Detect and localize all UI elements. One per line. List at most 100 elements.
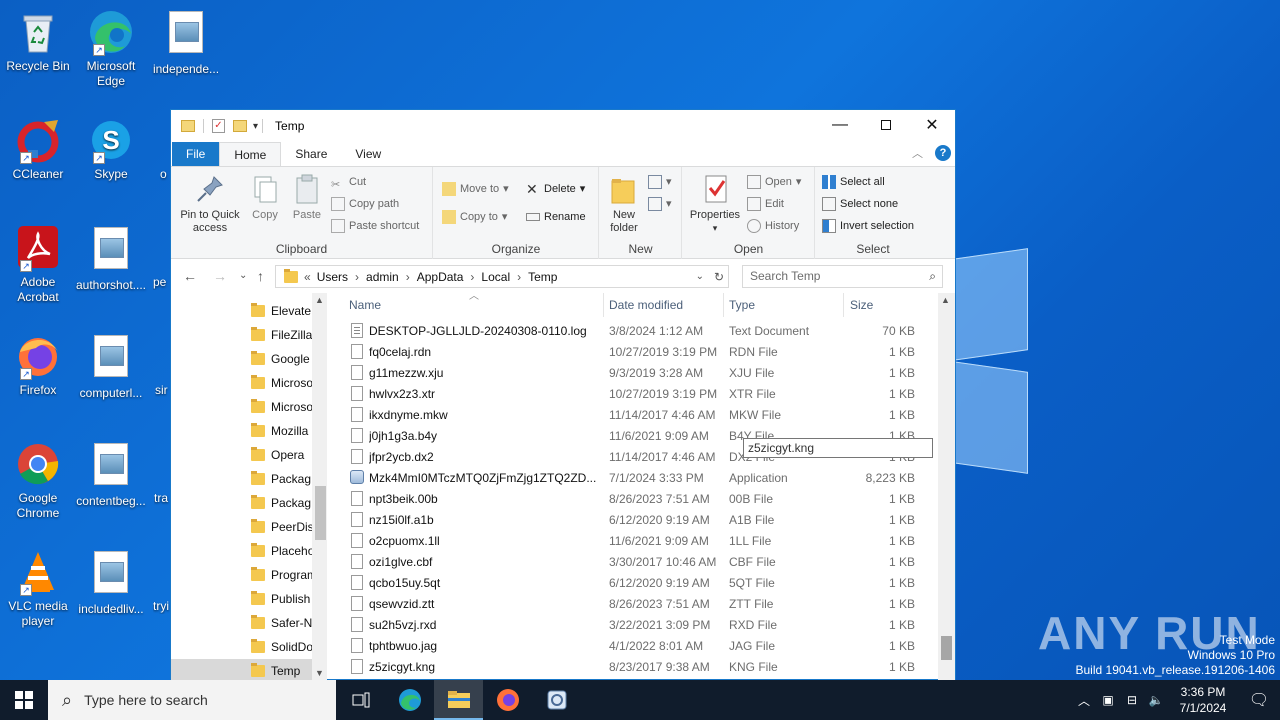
file-row[interactable]: qcbo15uy.5qt 6/12/2020 9:19 AM 5QT File 1 K… [329,573,923,594]
desktop-icon-contentbeg[interactable]: contentbeg... [73,440,149,509]
new-folder-quick-icon[interactable] [233,120,247,132]
desktop-icon-chrome[interactable]: Google Chrome [0,440,76,521]
desktop-icon-acrobat[interactable]: ↗ Adobe Acrobat [0,224,76,305]
up-arrow-icon[interactable]: ↑ [257,268,264,284]
desktop-icon-firefox[interactable]: ↗ Firefox [0,332,76,398]
column-header-size[interactable]: Size [850,293,873,317]
properties-quick-icon[interactable]: ✓ [212,119,225,133]
recent-locations-chevron-icon[interactable]: ⌄ [239,270,247,281]
file-row[interactable]: qsewvzid.ztt 8/26/2023 7:51 AM ZTT File 1 K… [329,594,923,615]
maximize-button[interactable] [863,110,909,140]
desktop-icon-authorshot[interactable]: authorshot.... [73,224,149,293]
close-button[interactable]: ✕ [909,110,955,140]
taskbar-app-button[interactable] [532,680,581,720]
file-row[interactable]: hwlvx2z3.xtr 10/27/2019 3:19 PM XTR File 1 … [329,384,923,405]
file-row[interactable]: DESKTOP-JGLLJLD-20240308-0110.log 3/8/202… [329,321,923,342]
forward-arrow-icon[interactable]: → [213,268,227,284]
taskbar-search-box[interactable]: ⌕ Type here to search [48,680,336,720]
cut-button[interactable]: ✂ Cut [331,172,366,192]
file-row[interactable]: g11mezzw.xju 9/3/2019 3:28 AM XJU File 1 KB [329,363,923,384]
column-header-type[interactable]: Type [729,293,755,317]
help-icon[interactable]: ? [935,145,951,161]
taskbar-firefox-button[interactable] [483,680,532,720]
select-all-button[interactable]: Select all [822,172,885,192]
back-arrow-icon[interactable]: ← [183,268,197,284]
tab-view[interactable]: View [341,142,395,166]
refresh-icon[interactable]: ↻ [714,270,724,284]
customize-quick-access-icon[interactable]: ▾ [253,121,258,132]
easy-access-button[interactable]: ▾ [648,194,672,214]
history-button[interactable]: History [747,216,799,236]
breadcrumb-users[interactable]: Users [317,270,348,284]
volume-icon[interactable]: 🔈 [1144,693,1168,707]
column-header-name[interactable]: Name [349,293,381,317]
desktop-icon-computerl[interactable]: computerl... [73,332,149,401]
open-button[interactable]: Open ▾ [747,172,801,192]
navigation-pane[interactable]: Elevate FileZilla Google Microso Microso Mozi… [171,293,327,680]
desktop-icon-includedliv[interactable]: includedliv... [73,548,149,617]
breadcrumb-admin[interactable]: admin [366,270,399,284]
taskbar-edge-button[interactable] [385,680,434,720]
desktop-icon-recycle-bin[interactable]: Recycle Bin [0,8,76,74]
file-row[interactable]: su2h5vzj.rxd 3/22/2021 3:09 PM RXD File 1 K… [329,615,923,636]
breadcrumb-temp[interactable]: Temp [528,270,557,284]
task-view-button[interactable] [336,680,385,720]
start-button[interactable] [0,680,48,720]
copy-to-button[interactable]: Copy to ▾ [442,207,507,227]
notification-icon[interactable]: 🗨 [1238,690,1280,710]
desktop-icon-partial-tryi[interactable]: tryi [153,548,171,614]
nav-item-folder[interactable]: Temp [171,659,312,680]
new-folder-button[interactable]: New folder [606,173,642,235]
clock[interactable]: 3:36 PM 7/1/2024 [1168,684,1238,716]
rename-button[interactable]: Rename [526,207,586,227]
tab-home[interactable]: Home [219,142,282,166]
desktop-icon-partial-tra[interactable]: tra [154,440,171,506]
pin-to-quick-access-button[interactable]: Pin to Quick access [177,173,243,235]
file-row[interactable]: fq0celaj.rdn 10/27/2019 3:19 PM RDN File 1 … [329,342,923,363]
file-row[interactable]: z5zicgyt.kng 8/23/2017 9:38 AM KNG File 1 K… [329,657,923,678]
tab-file[interactable]: File [172,142,220,166]
file-row[interactable]: o2cpuomx.1ll 11/6/2021 9:09 AM 1LL File 1 K… [329,531,923,552]
move-to-button[interactable]: Move to ▾ [442,179,509,199]
paste-shortcut-button[interactable]: Paste shortcut [331,216,419,236]
file-row[interactable]: ozi1glve.cbf 3/30/2017 10:46 AM CBF File 1 … [329,552,923,573]
invert-selection-button[interactable]: Invert selection [822,216,914,236]
nav-pane-scroll-thumb[interactable] [315,486,326,540]
file-list-scrollbar[interactable]: ▲ [938,293,955,680]
desktop-icon-partial-sir[interactable]: sir [155,332,171,398]
address-field[interactable]: « Users › admin › AppData › Local › Temp… [275,265,729,288]
desktop-icon-skype[interactable]: S ↗ Skype [73,116,149,182]
breadcrumb-appdata[interactable]: AppData [417,270,464,284]
file-explorer-window[interactable]: ✓ ▾ Temp — ✕ File Home Share View ︿ ? Pi… [170,109,956,680]
title-bar[interactable]: ✓ ▾ Temp — ✕ [171,110,955,142]
file-row[interactable]: Mzk4MmI0MTczMTQ0ZjFmZjg1ZTQ2ZD... 7/1/202… [329,468,923,489]
desktop-icon-partial-pe[interactable]: pe [153,224,171,290]
desktop-icon-independe[interactable]: independe... [148,8,224,77]
nav-pane-scrollbar[interactable]: ▲ ▼ [312,293,327,680]
copy-path-button[interactable]: Copy path [331,194,399,214]
search-input[interactable]: Search Temp ⌕ [742,265,943,288]
edit-button[interactable]: Edit [747,194,784,214]
breadcrumb-local[interactable]: Local [481,270,510,284]
paste-button[interactable]: Paste [287,173,327,222]
file-list-scroll-thumb[interactable] [941,636,952,660]
overflow-chevron-icon[interactable]: « [304,270,311,284]
network-wired-icon[interactable]: ⊟ [1120,693,1144,707]
collapse-ribbon-icon[interactable]: ︿ [912,145,923,161]
desktop-icon-edge[interactable]: ↗ Microsoft Edge [73,8,149,89]
file-list[interactable]: ︿ Name Date modified Type Size ▲ DESKTOP… [329,293,955,680]
desktop-icon-ccleaner[interactable]: ↗ CCleaner [0,116,76,182]
new-item-button[interactable]: ▾ [648,172,672,192]
network-icon[interactable]: ▣ [1096,693,1120,707]
properties-button[interactable]: Properties ▾ [687,173,743,235]
delete-button[interactable]: ✕ Delete ▾ [526,179,585,199]
file-row[interactable]: tphtbwuo.jag 4/1/2022 8:01 AM JAG File 1 KB [329,636,923,657]
address-dropdown-icon[interactable]: ⌄ [696,271,704,282]
tab-share[interactable]: Share [281,142,341,166]
taskbar-explorer-button[interactable] [434,680,483,720]
select-none-button[interactable]: Select none [822,194,898,214]
desktop-icon-vlc[interactable]: ↗ VLC media player [0,548,76,629]
copy-button[interactable]: Copy [247,173,283,222]
column-header-date[interactable]: Date modified [609,293,683,317]
file-row[interactable]: ikxdnyme.mkw 11/14/2017 4:46 AM MKW File 1 … [329,405,923,426]
